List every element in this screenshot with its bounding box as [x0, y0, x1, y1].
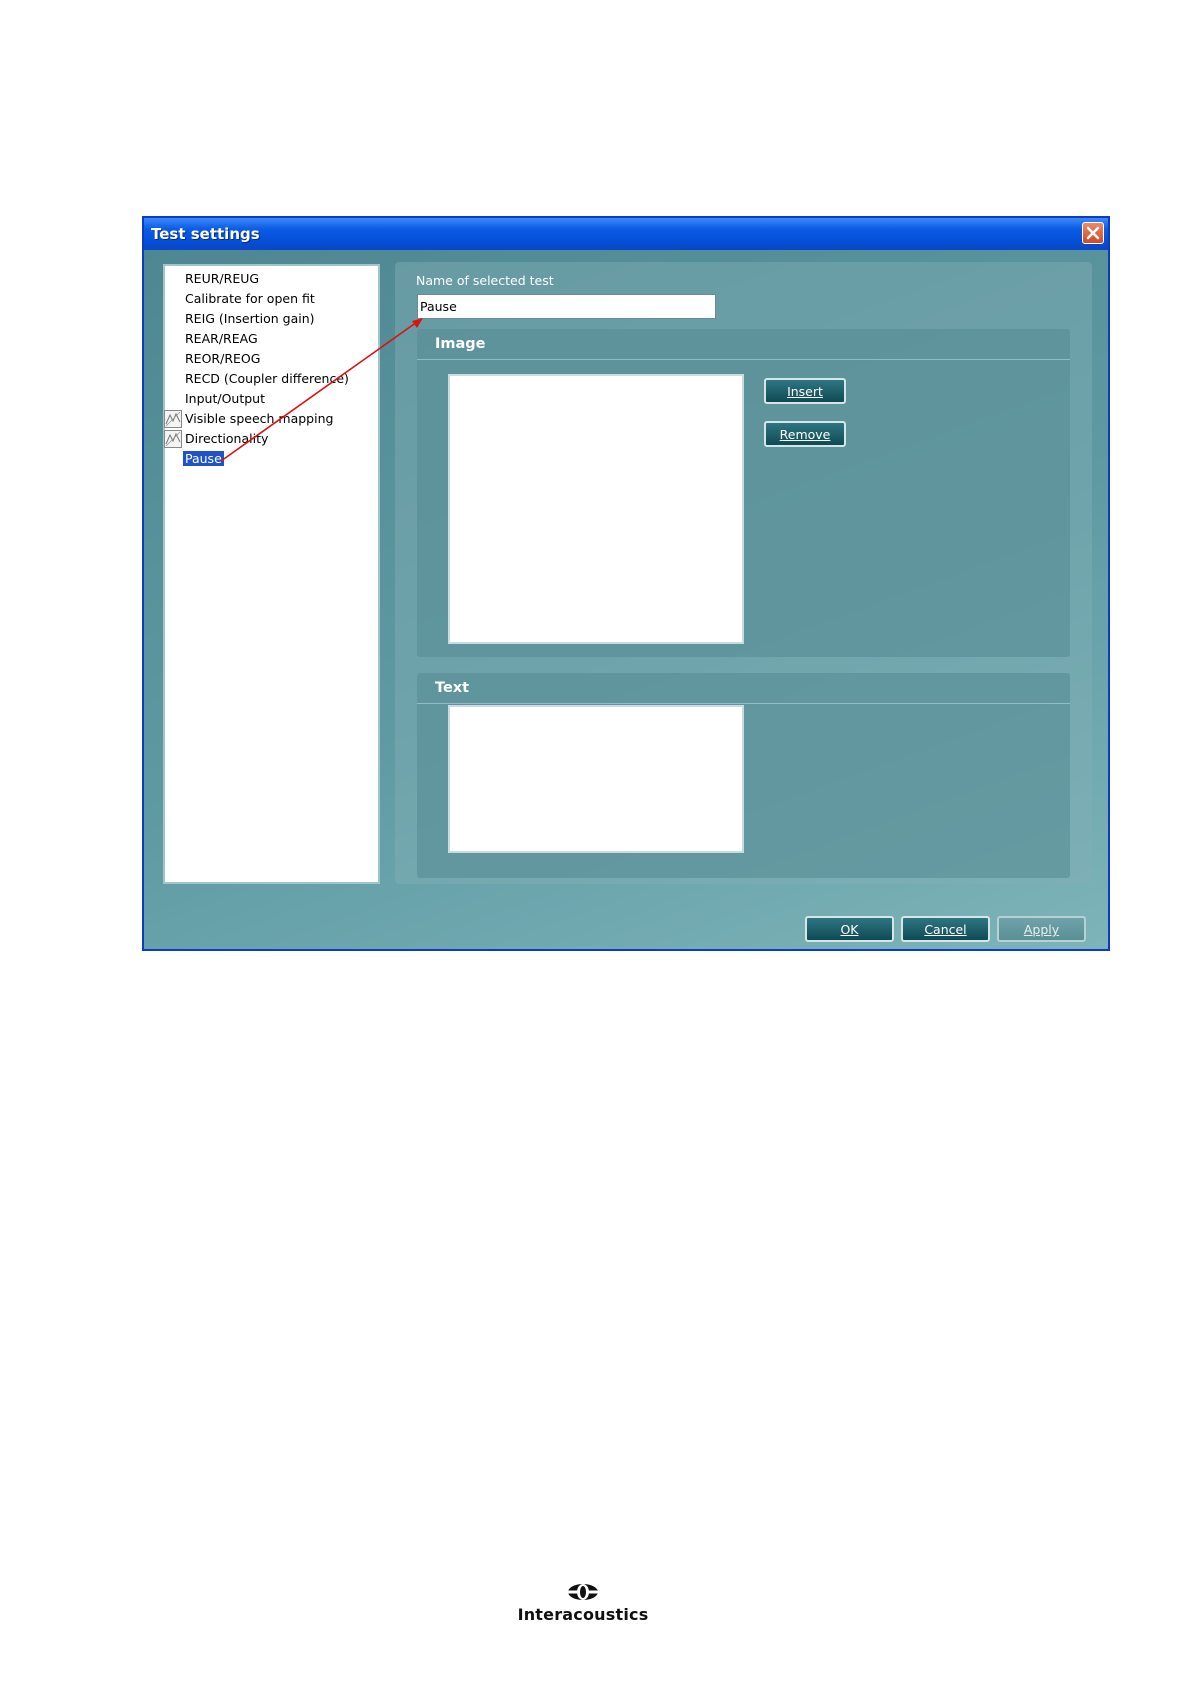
list-item-pause[interactable]: Pause [183, 450, 224, 468]
list-item-rear-reag[interactable]: REAR/REAG [185, 330, 258, 348]
test-settings-dialog: Test settings REUR/REUG Calibrate for op… [142, 216, 1110, 951]
text-group: Text [417, 673, 1070, 878]
cancel-button[interactable]: Cancel [901, 916, 990, 942]
test-list[interactable]: REUR/REUG Calibrate for open fit REIG (I… [163, 264, 380, 884]
text-group-header: Text [417, 673, 1070, 704]
list-item-reor-reog[interactable]: REOR/REOG [185, 350, 260, 368]
apply-button-label: Apply [1023, 922, 1060, 937]
name-of-selected-test-label: Name of selected test [416, 273, 554, 288]
close-button[interactable] [1082, 222, 1104, 244]
list-item-label: REUR/REUG [185, 271, 260, 286]
interacoustics-logo-icon [568, 1584, 598, 1600]
image-group-header: Image [417, 329, 1070, 360]
remove-button-label: Remove [779, 427, 831, 442]
image-preview-box[interactable] [448, 374, 744, 644]
list-item-calibrate-open-fit[interactable]: Calibrate for open fit [185, 290, 315, 308]
list-item-label: Calibrate for open fit [185, 291, 315, 306]
list-item-reig[interactable]: REIG (Insertion gain) [185, 310, 315, 328]
interacoustics-logo: Interacoustics [508, 1583, 658, 1624]
dialog-title: Test settings [151, 225, 260, 243]
list-item-label: REOR/REOG [185, 351, 261, 366]
dialog-body: REUR/REUG Calibrate for open fit REIG (I… [144, 250, 1108, 949]
title-bar[interactable]: Test settings [144, 218, 1108, 250]
image-group: Image Insert Remove [417, 329, 1070, 657]
logo-text: Interacoustics [517, 1605, 649, 1624]
directionality-icon [164, 430, 182, 448]
list-item-label: REAR/REAG [185, 331, 258, 346]
ok-button[interactable]: OK [805, 916, 894, 942]
list-item-label: Pause [183, 451, 224, 466]
apply-button[interactable]: Apply [997, 916, 1086, 942]
cancel-button-label: Cancel [924, 922, 967, 937]
close-icon [1086, 226, 1100, 240]
list-item-recd[interactable]: RECD (Coupler difference) [185, 370, 349, 388]
list-item-label: Visible speech mapping [185, 411, 334, 426]
insert-button[interactable]: Insert [764, 378, 846, 404]
text-area-box[interactable] [448, 705, 744, 853]
list-item-label: Input/Output [185, 391, 265, 406]
test-details-panel: Name of selected test Image Insert Remov… [395, 262, 1092, 884]
list-item-label: Directionality [185, 431, 269, 446]
list-item-input-output[interactable]: Input/Output [185, 390, 265, 408]
list-item-reur-reug[interactable]: REUR/REUG [185, 270, 259, 288]
ok-button-label: OK [840, 922, 859, 937]
remove-button[interactable]: Remove [764, 421, 846, 447]
speech-mapping-icon [164, 410, 182, 428]
test-name-input[interactable] [417, 294, 716, 319]
list-item-directionality[interactable]: Directionality [164, 430, 269, 448]
insert-button-label: Insert [787, 384, 823, 399]
list-item-label: RECD (Coupler difference) [185, 371, 349, 386]
list-item-label: REIG (Insertion gain) [185, 311, 315, 326]
list-item-visible-speech-mapping[interactable]: Visible speech mapping [164, 410, 334, 428]
